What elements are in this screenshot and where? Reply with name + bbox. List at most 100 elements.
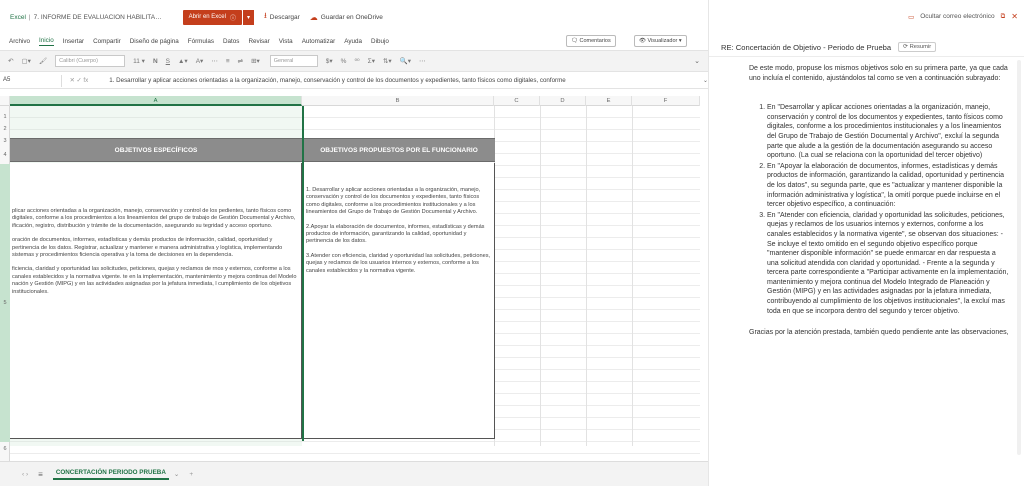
- chevron-down-icon[interactable]: ⌄: [694, 57, 700, 65]
- tab-formulas[interactable]: Fórmulas: [188, 38, 214, 45]
- row-header-4[interactable]: 4: [0, 152, 10, 158]
- number-format-select[interactable]: General: [269, 55, 318, 67]
- sort-filter-icon[interactable]: ⇅▾: [383, 57, 392, 65]
- email-reading-pane: ▭ Ocultar correo electrónico ⧉ ✕ RE: Con…: [708, 0, 1024, 486]
- underline-icon[interactable]: S: [166, 58, 170, 65]
- grid-line: [586, 106, 587, 446]
- select-all-corner[interactable]: [0, 96, 10, 106]
- column-headers: A B C D E F: [0, 96, 700, 106]
- tab-vista[interactable]: Vista: [279, 38, 293, 45]
- currency-icon[interactable]: $▾: [326, 57, 333, 65]
- formula-controls[interactable]: ✕ ✓ fx: [70, 77, 108, 84]
- tab-compartir[interactable]: Compartir: [93, 38, 121, 45]
- tab-datos[interactable]: Datos: [223, 38, 239, 45]
- tab-diseno-pagina[interactable]: Diseño de página: [130, 38, 179, 45]
- find-icon[interactable]: 🔍▾: [400, 57, 411, 65]
- tab-automatizar[interactable]: Automatizar: [302, 38, 336, 45]
- column-header-f[interactable]: F: [632, 96, 700, 106]
- tab-ayuda[interactable]: Ayuda: [344, 38, 362, 45]
- undo-icon[interactable]: ↶: [8, 57, 13, 65]
- chevron-down-icon[interactable]: ⌄: [174, 470, 179, 478]
- font-color-icon[interactable]: A▾: [196, 57, 204, 65]
- column-header-c[interactable]: C: [494, 96, 540, 106]
- ribbon-tabs: Archivo Inicio Insertar Compartir Diseño…: [0, 34, 708, 49]
- sheet-nav-arrows[interactable]: ‹ ›: [22, 471, 28, 478]
- tab-insertar[interactable]: Insertar: [63, 38, 84, 45]
- cell-b5[interactable]: 1. Desarrollar y aplicar acciones orient…: [303, 163, 495, 439]
- email-scrollbar[interactable]: [1017, 60, 1021, 455]
- percent-icon[interactable]: %: [341, 58, 347, 65]
- format-painter-icon[interactable]: 🖌: [39, 57, 47, 65]
- font-size-select[interactable]: 11 ▾: [133, 57, 145, 65]
- hide-email-icon: ▭: [908, 13, 915, 21]
- row-header-1[interactable]: 1: [0, 114, 10, 120]
- cell-b5-text: 1. Desarrollar y aplicar acciones orient…: [306, 187, 492, 282]
- fill-color-icon[interactable]: ▲▾: [178, 57, 188, 65]
- app-name[interactable]: Excel: [10, 14, 26, 21]
- wrap-text-icon[interactable]: ⇌: [238, 57, 243, 65]
- header-left-text: OBJETIVOS ESPECÍFICOS: [114, 146, 198, 154]
- email-list-item-2: En "Apoyar la elaboración de documentos,…: [767, 162, 1009, 210]
- cell-a5[interactable]: plicar acciones orientadas a la organiza…: [10, 163, 302, 439]
- column-header-e[interactable]: E: [586, 96, 632, 106]
- comments-label: Comentarios: [579, 38, 611, 44]
- clipboard-icon[interactable]: ▢▾: [21, 57, 30, 65]
- merge-icon[interactable]: ⊞▾: [251, 57, 260, 65]
- document-title[interactable]: 7. INFORME DE EVALUACIÓN HABILITA…: [34, 14, 169, 21]
- column-header-a[interactable]: A: [10, 96, 302, 106]
- tab-inicio[interactable]: Inicio: [39, 37, 54, 46]
- save-onedrive-button[interactable]: ☁ Guardar en OneDrive: [310, 13, 383, 22]
- bold-icon[interactable]: N: [153, 58, 158, 65]
- header-cell-objetivos-especificos[interactable]: OBJETIVOS ESPECÍFICOS: [10, 138, 302, 162]
- email-top-actions: ▭ Ocultar correo electrónico ⧉ ✕: [908, 12, 1018, 21]
- all-sheets-menu-icon[interactable]: ≡: [38, 470, 43, 479]
- row-header-5[interactable]: 5: [0, 164, 10, 442]
- column-header-b[interactable]: B: [302, 96, 494, 106]
- eye-icon: 👁: [639, 38, 648, 44]
- pop-out-icon[interactable]: ⧉: [1001, 13, 1006, 21]
- sheet-tab-concertacion[interactable]: CONCERTACIÓN PERIODO PRUEBA: [52, 469, 169, 480]
- sum-icon[interactable]: Σ▾: [368, 57, 375, 65]
- open-in-desktop-button[interactable]: Abrir en Excel ⓘ: [182, 9, 242, 25]
- header-cell-objetivos-propuestos[interactable]: OBJETIVOS PROPUESTOS POR EL FUNCIONARIO: [303, 138, 495, 162]
- summarize-label: Resumir: [909, 44, 932, 50]
- email-closing: Gracias por la atención prestada, tambié…: [749, 329, 1009, 337]
- add-sheet-icon[interactable]: +: [189, 471, 193, 478]
- summarize-button[interactable]: ⟳ Resumir: [898, 42, 937, 52]
- decimals-icon[interactable]: ⁰⁰: [354, 57, 359, 65]
- viewer-label: Visualizador: [647, 38, 678, 44]
- cell-a5-text: plicar acciones orientadas a la organiza…: [12, 208, 300, 303]
- align-icon[interactable]: ≡: [226, 58, 230, 65]
- tab-dibujo[interactable]: Dibujo: [371, 38, 389, 45]
- sheet-tab-bar: ‹ › ≡ CONCERTACIÓN PERIODO PRUEBA ⌄ +: [0, 461, 708, 486]
- open-desktop-label: Abrir en Excel: [188, 14, 226, 20]
- help-circle-icon: ⓘ: [229, 15, 236, 22]
- column-header-d[interactable]: D: [540, 96, 586, 106]
- divider: [709, 56, 1024, 57]
- excel-window: Excel | 7. INFORME DE EVALUACIÓN HABILIT…: [0, 0, 708, 486]
- more-options-icon[interactable]: ⋯: [419, 57, 426, 65]
- header-right-text: OBJETIVOS PROPUESTOS POR EL FUNCIONARIO: [320, 146, 478, 154]
- right-paragraph-2: 2.Apoyar la elaboración de documentos, i…: [306, 223, 485, 245]
- viewer-mode-button[interactable]: 👁 Visualizador ▾: [634, 35, 687, 47]
- open-options-dropdown[interactable]: ▾: [242, 9, 254, 25]
- tab-revisar[interactable]: Revisar: [248, 38, 269, 45]
- email-list-item-3: En "Atender con eficiencia, claridad y o…: [767, 211, 1009, 317]
- download-button[interactable]: ⭳ Descargar: [264, 10, 300, 24]
- left-paragraph-1: plicar acciones orientadas a la organiza…: [12, 208, 296, 229]
- row-header-6[interactable]: 6: [0, 446, 10, 452]
- download-icon: ⭳: [263, 11, 267, 20]
- more-icon[interactable]: ⋯: [211, 57, 218, 65]
- comments-button[interactable]: 🗨 Comentarios: [566, 35, 616, 47]
- row-header-2[interactable]: 2: [0, 126, 10, 132]
- close-icon[interactable]: ✕: [1011, 12, 1018, 21]
- hide-email-button[interactable]: Ocultar correo electrónico: [920, 13, 994, 20]
- comment-icon: 🗨: [571, 38, 580, 44]
- tab-archivo[interactable]: Archivo: [9, 38, 30, 45]
- name-box[interactable]: A5: [0, 74, 62, 87]
- formula-input[interactable]: 1. Desarrollar y aplicar acciones orient…: [109, 77, 700, 84]
- grid-line: [540, 106, 541, 446]
- title-separator: |: [28, 13, 31, 21]
- font-name-select[interactable]: Calibri (Cuerpo): [55, 55, 126, 67]
- row-header-3[interactable]: 3: [0, 138, 10, 144]
